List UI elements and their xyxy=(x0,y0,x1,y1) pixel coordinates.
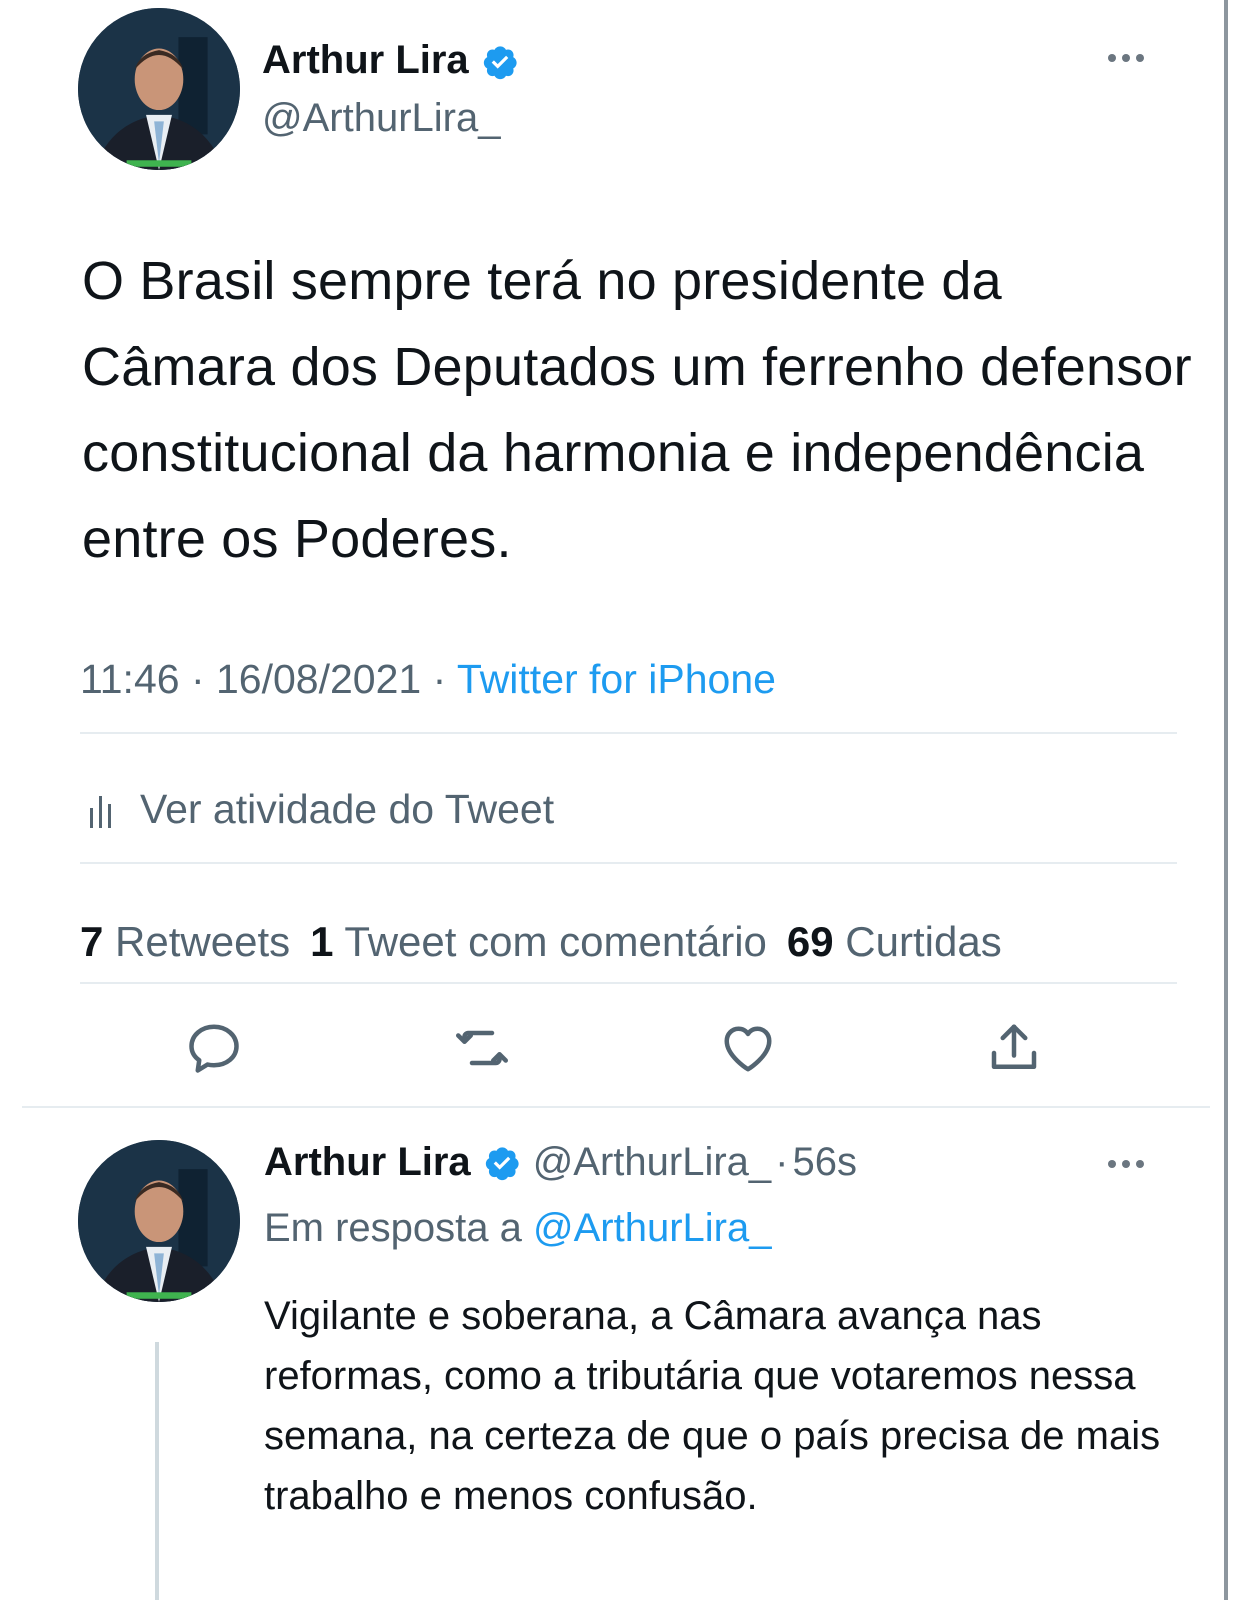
verified-badge-icon xyxy=(483,1144,521,1182)
divider xyxy=(22,1106,1210,1108)
reply-to-mention[interactable]: @ArthurLira_ xyxy=(533,1206,771,1250)
tweet-text: O Brasil sempre terá no presidente da Câ… xyxy=(82,251,1192,569)
thread-connector xyxy=(155,1342,159,1600)
like-icon[interactable] xyxy=(718,1018,778,1078)
retweet-icon[interactable] xyxy=(452,1018,512,1078)
divider xyxy=(80,982,1177,984)
author-name[interactable]: Arthur Lira xyxy=(262,38,519,83)
divider xyxy=(80,862,1177,864)
tweet-timestamp: 11:46 · 16/08/2021 · Twitter for iPhone xyxy=(80,656,776,703)
reply-to-prefix: Em resposta a xyxy=(264,1206,522,1250)
retweets-stat[interactable]: 7 Retweets xyxy=(80,918,290,965)
analytics-bars-icon xyxy=(90,795,111,828)
tweet-stats: 7 Retweets 1 Tweet com comentário 69 Curti… xyxy=(80,918,1002,966)
quotes-count: 1 xyxy=(310,918,334,965)
likes-count: 69 xyxy=(786,918,834,965)
separator: · xyxy=(421,656,457,702)
tweet-detail-screen: Arthur Lira @ArthurLira_ O Brasil sempre… xyxy=(0,0,1256,1600)
retweets-label: Retweets xyxy=(115,918,291,965)
reply-icon[interactable] xyxy=(184,1018,244,1078)
tweet-source-link[interactable]: Twitter for iPhone xyxy=(457,656,776,702)
author-name-text: Arthur Lira xyxy=(262,38,469,82)
reply-avatar[interactable] xyxy=(78,1140,240,1302)
quotes-label: Tweet com comentário xyxy=(344,918,767,965)
likes-stat[interactable]: 69 Curtidas xyxy=(787,918,1002,965)
reply-age[interactable]: 56s xyxy=(793,1140,858,1185)
reply-to-line: Em resposta a @ArthurLira_ xyxy=(264,1206,772,1251)
tweet-date[interactable]: 16/08/2021 xyxy=(216,656,421,702)
reply-author-handle[interactable]: @ArthurLira_ xyxy=(533,1140,771,1185)
tweet-time: 11:46 xyxy=(80,656,180,702)
verified-badge-icon xyxy=(481,43,519,81)
separator: · xyxy=(775,1140,789,1184)
avatar[interactable] xyxy=(78,8,240,170)
reply-header: Arthur Lira @ArthurLira_ · 56s xyxy=(264,1140,857,1185)
likes-label: Curtidas xyxy=(845,918,1002,965)
retweets-count: 7 xyxy=(80,918,104,965)
more-options-icon[interactable] xyxy=(1108,1160,1144,1168)
scrollbar[interactable] xyxy=(1224,0,1228,1600)
quotes-stat[interactable]: 1 Tweet com comentário xyxy=(310,918,767,965)
activity-label: Ver atividade do Tweet xyxy=(140,786,555,832)
view-tweet-activity-button[interactable]: Ver atividade do Tweet xyxy=(88,786,554,833)
author-handle[interactable]: @ArthurLira_ xyxy=(262,96,500,141)
divider xyxy=(80,732,1177,734)
reply-text: Vigilante e soberana, a Câmara avança na… xyxy=(264,1294,1161,1518)
reply-author-name[interactable]: Arthur Lira xyxy=(264,1140,471,1185)
separator: · xyxy=(179,656,216,702)
more-options-icon[interactable] xyxy=(1108,54,1144,62)
share-icon[interactable] xyxy=(984,1018,1044,1078)
